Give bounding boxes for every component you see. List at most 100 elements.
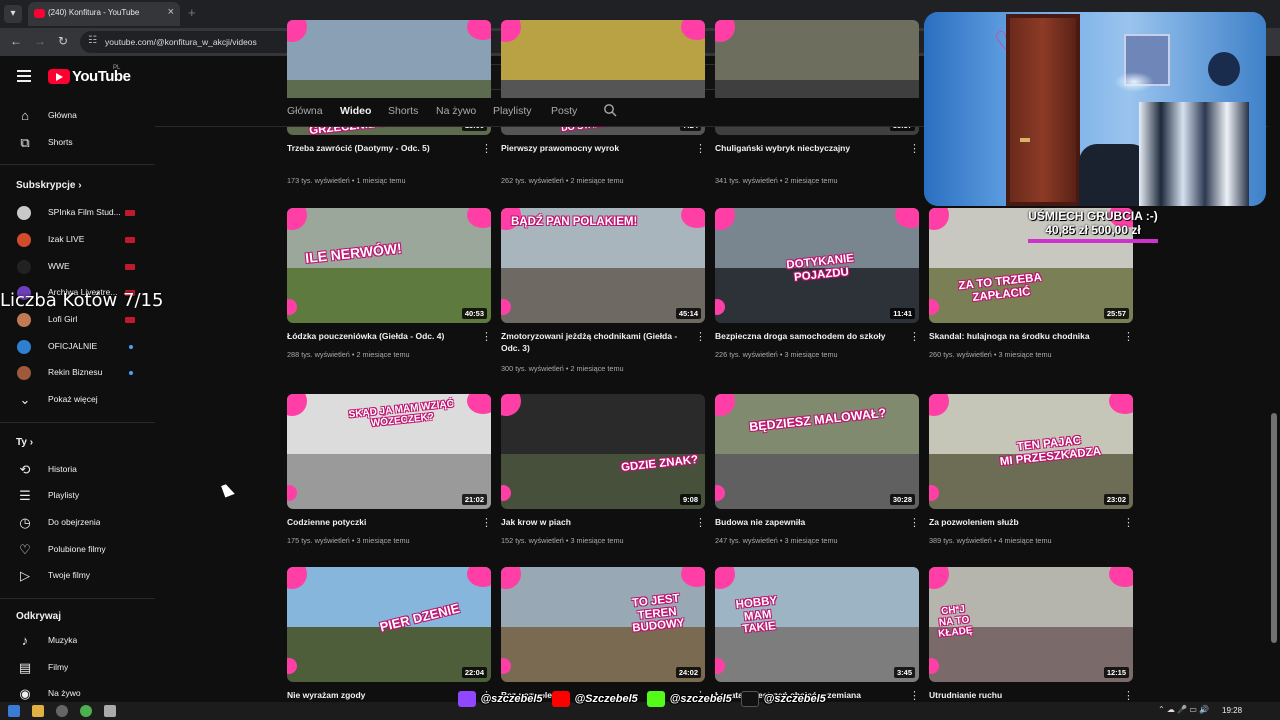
donation-goal-title: UŚMIECH GRUBCIA :-) bbox=[1028, 209, 1158, 223]
video-thumbnail[interactable]: DOTYKANIE POJAZDU 11:41 bbox=[715, 208, 919, 323]
more-options-icon[interactable]: ⋮ bbox=[481, 142, 492, 155]
social-youtube: @Szczebel5 bbox=[552, 690, 638, 708]
video-metadata: 262 tys. wyświetleń • 2 miesiące temu bbox=[501, 176, 624, 185]
social-tiktok: @szczebel5 bbox=[741, 690, 826, 708]
video-title[interactable]: Skandal: hulajnoga na środku chodnika bbox=[929, 330, 1113, 342]
tiktok-icon bbox=[741, 690, 760, 707]
kick-icon bbox=[647, 690, 666, 707]
video-duration: 45:14 bbox=[675, 308, 701, 319]
thumbnail-caption: TO JEST TEREN BUDOWY bbox=[631, 592, 686, 635]
thumbnail-caption: HOBBY MAM TAKIE bbox=[735, 594, 778, 636]
more-options-icon[interactable]: ⋮ bbox=[909, 142, 920, 155]
video-duration: 22:04 bbox=[461, 667, 487, 678]
video-duration: 3:45 bbox=[893, 667, 915, 678]
donation-progress-bar bbox=[1028, 239, 1158, 243]
door-image bbox=[1006, 14, 1080, 206]
more-options-icon[interactable]: ⋮ bbox=[909, 516, 920, 529]
system-tray[interactable]: ⌃ ☁ 🎤 ▭ 🔊 bbox=[1158, 705, 1209, 714]
video-title[interactable]: Trzeba zawrócić (Daotymy - Odc. 5) bbox=[287, 142, 471, 154]
donation-goal-widget: UŚMIECH GRUBCIA :-) 40,85 zł 500,00 zł bbox=[1020, 209, 1166, 243]
social-twitch: @szczebel5 bbox=[458, 690, 543, 708]
social-handles-overlay: @szczebel5 @Szczebel5 @szczebel5 @szczeb… bbox=[458, 690, 831, 714]
video-title[interactable]: Chuligański wybryk niecbyczajny bbox=[715, 142, 899, 154]
video-metadata: 300 tys. wyświetleń • 2 miesiące temu bbox=[501, 364, 624, 373]
video-thumbnail[interactable]: PIER DZENIE 22:04 bbox=[287, 567, 491, 682]
social-handle: @Szczebel5 bbox=[574, 692, 638, 705]
more-options-icon[interactable]: ⋮ bbox=[1123, 330, 1134, 343]
video-duration: 21:02 bbox=[461, 494, 487, 505]
video-duration: 40:53 bbox=[461, 308, 487, 319]
video-title[interactable]: Pierwszy prawomocny wyrok bbox=[501, 142, 685, 154]
scrollbar-thumb[interactable] bbox=[1271, 413, 1277, 643]
youtube-icon bbox=[552, 690, 570, 707]
social-handle: @szczebel5 bbox=[763, 692, 826, 705]
video-title[interactable]: Bezpieczna droga samochodem do szkoły bbox=[715, 330, 899, 342]
tab-home[interactable]: Główna bbox=[287, 105, 323, 117]
tab-videos[interactable]: Wideo bbox=[340, 105, 371, 117]
twitch-icon bbox=[458, 690, 476, 707]
video-thumbnail[interactable]: GDZIE ZNAK? 9:08 bbox=[501, 394, 705, 509]
video-metadata: 152 tys. wyświetleń • 3 miesiące temu bbox=[501, 536, 624, 545]
social-handle: @szczebel5 bbox=[669, 692, 732, 705]
video-duration: 24:02 bbox=[675, 667, 701, 678]
more-options-icon[interactable]: ⋮ bbox=[909, 689, 920, 702]
webcam-overlay: ♡ bbox=[924, 12, 1266, 206]
video-metadata: 226 tys. wyświetleń • 3 miesiące temu bbox=[715, 350, 838, 359]
more-options-icon[interactable]: ⋮ bbox=[481, 516, 492, 529]
more-options-icon[interactable]: ⋮ bbox=[695, 516, 706, 529]
video-thumbnail[interactable]: CH*J NA TO KŁADĘ 12:15 bbox=[929, 567, 1133, 682]
channel-search-icon[interactable] bbox=[603, 103, 617, 120]
thumbnail-caption: BĄDŹ PAN POLAKIEM! bbox=[511, 216, 638, 228]
obs-icon[interactable] bbox=[56, 705, 68, 717]
tab-playlists[interactable]: Playlisty bbox=[493, 105, 532, 117]
video-title[interactable]: Nie wyrażam zgody bbox=[287, 689, 471, 701]
more-options-icon[interactable]: ⋮ bbox=[1123, 689, 1134, 702]
social-kick: @szczebel5 bbox=[647, 690, 732, 708]
taskbar-clock: 19:28 bbox=[1222, 706, 1243, 715]
video-metadata: 173 tys. wyświetleń • 1 miesiąc temu bbox=[287, 176, 406, 185]
video-metadata: 341 tys. wyświetleń • 2 miesiące temu bbox=[715, 176, 838, 185]
donation-goal-amounts: 40,85 zł 500,00 zł bbox=[1045, 223, 1141, 237]
tab-posts[interactable]: Posty bbox=[551, 105, 577, 117]
video-title[interactable]: Jak krow w piach bbox=[501, 516, 685, 528]
app-icon[interactable] bbox=[104, 705, 116, 717]
more-options-icon[interactable]: ⋮ bbox=[695, 142, 706, 155]
video-thumbnail[interactable]: ILE NERWÓW! 40:53 bbox=[287, 208, 491, 323]
video-thumbnail[interactable]: TEN PAJAC MI PRZESZKADZA 23:02 bbox=[929, 394, 1133, 509]
helmet-image bbox=[1208, 52, 1240, 86]
video-metadata: 389 tys. wyświetleń • 4 miesiące temu bbox=[929, 536, 1052, 545]
video-metadata: 247 tys. wyświetleń • 3 miesiące temu bbox=[715, 536, 838, 545]
video-metadata: 288 tys. wyświetleń • 2 miesiące temu bbox=[287, 350, 410, 359]
video-thumbnail[interactable]: TO JEST TEREN BUDOWY 24:02 bbox=[501, 567, 705, 682]
thumbnail-caption: CH*J NA TO KŁADĘ bbox=[937, 603, 974, 640]
video-title[interactable]: Zmotoryzowani jeżdżą chodnikami (Giełda … bbox=[501, 330, 685, 355]
video-title[interactable]: Łódzka pouczeniówka (Giełda - Odc. 4) bbox=[287, 330, 471, 342]
more-options-icon[interactable]: ⋮ bbox=[481, 330, 492, 343]
page-scrollbar[interactable] bbox=[1268, 98, 1280, 702]
video-duration: 25:57 bbox=[1103, 308, 1129, 319]
more-options-icon[interactable]: ⋮ bbox=[1123, 516, 1134, 529]
stream-counter-overlay: Liczba Kotów 7/15 bbox=[0, 290, 164, 311]
video-thumbnail[interactable]: BĄDŹ PAN POLAKIEM! 45:14 bbox=[501, 208, 705, 323]
file-explorer-icon[interactable] bbox=[32, 705, 44, 717]
video-duration: 30:28 bbox=[889, 494, 915, 505]
video-title[interactable]: Codzienne potyczki bbox=[287, 516, 471, 528]
video-thumbnail[interactable]: SKĄD JA MAM WZIĄĆ WÓZECZEK? 21:02 bbox=[287, 394, 491, 509]
clothes-rack-image bbox=[1139, 102, 1249, 206]
tab-shorts[interactable]: Shorts bbox=[388, 105, 418, 117]
more-options-icon[interactable]: ⋮ bbox=[695, 330, 706, 343]
tab-live[interactable]: Na żywo bbox=[436, 105, 476, 117]
video-duration: 9:08 bbox=[679, 494, 701, 505]
video-title[interactable]: Utrudnianie ruchu bbox=[929, 689, 1113, 701]
video-duration: 12:15 bbox=[1103, 667, 1129, 678]
video-title[interactable]: Za pozwoleniem służb bbox=[929, 516, 1113, 528]
video-metadata: 175 tys. wyświetleń • 3 miesiące temu bbox=[287, 536, 410, 545]
video-title[interactable]: Budowa nie zapewniła bbox=[715, 516, 899, 528]
more-options-icon[interactable]: ⋮ bbox=[909, 330, 920, 343]
video-thumbnail[interactable]: HOBBY MAM TAKIE 3:45 bbox=[715, 567, 919, 682]
start-menu-icon[interactable] bbox=[8, 705, 20, 717]
video-duration: 11:41 bbox=[890, 308, 915, 319]
chrome-icon[interactable] bbox=[80, 705, 92, 717]
video-duration: 23:02 bbox=[1103, 494, 1129, 505]
video-thumbnail[interactable]: BĘDZIESZ MALOWAŁ? 30:28 bbox=[715, 394, 919, 509]
